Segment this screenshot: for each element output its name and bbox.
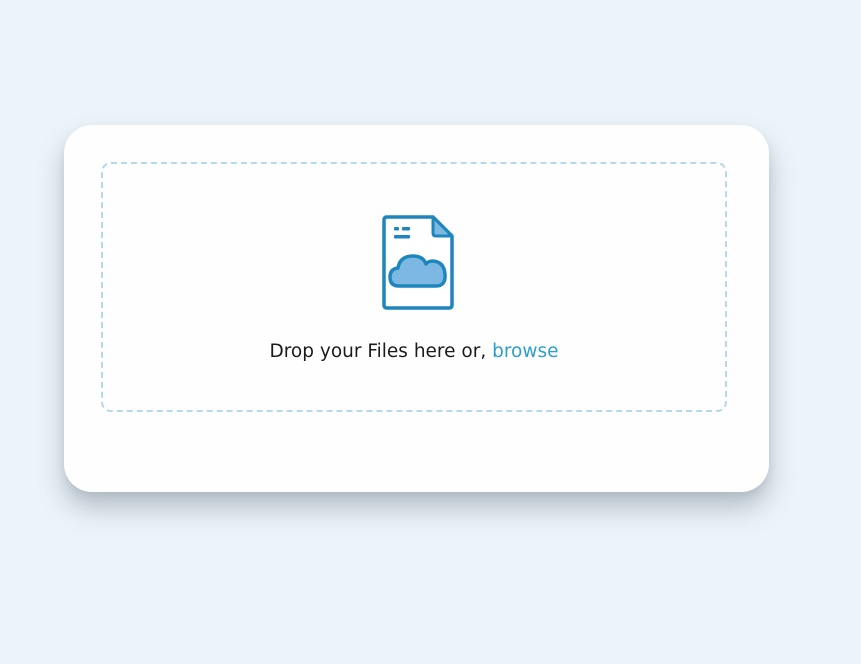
file-cloud-icon <box>382 215 454 310</box>
drop-instructions: Drop your Files here or, browse <box>103 340 725 364</box>
browse-link[interactable]: browse <box>492 341 558 362</box>
file-dropzone[interactable]: Drop your Files here or, browse <box>101 162 727 412</box>
drop-prompt-text: Drop your Files here or, <box>269 341 493 362</box>
page: Drop your Files here or, browse <box>0 0 861 664</box>
upload-card: Drop your Files here or, browse <box>64 125 769 492</box>
